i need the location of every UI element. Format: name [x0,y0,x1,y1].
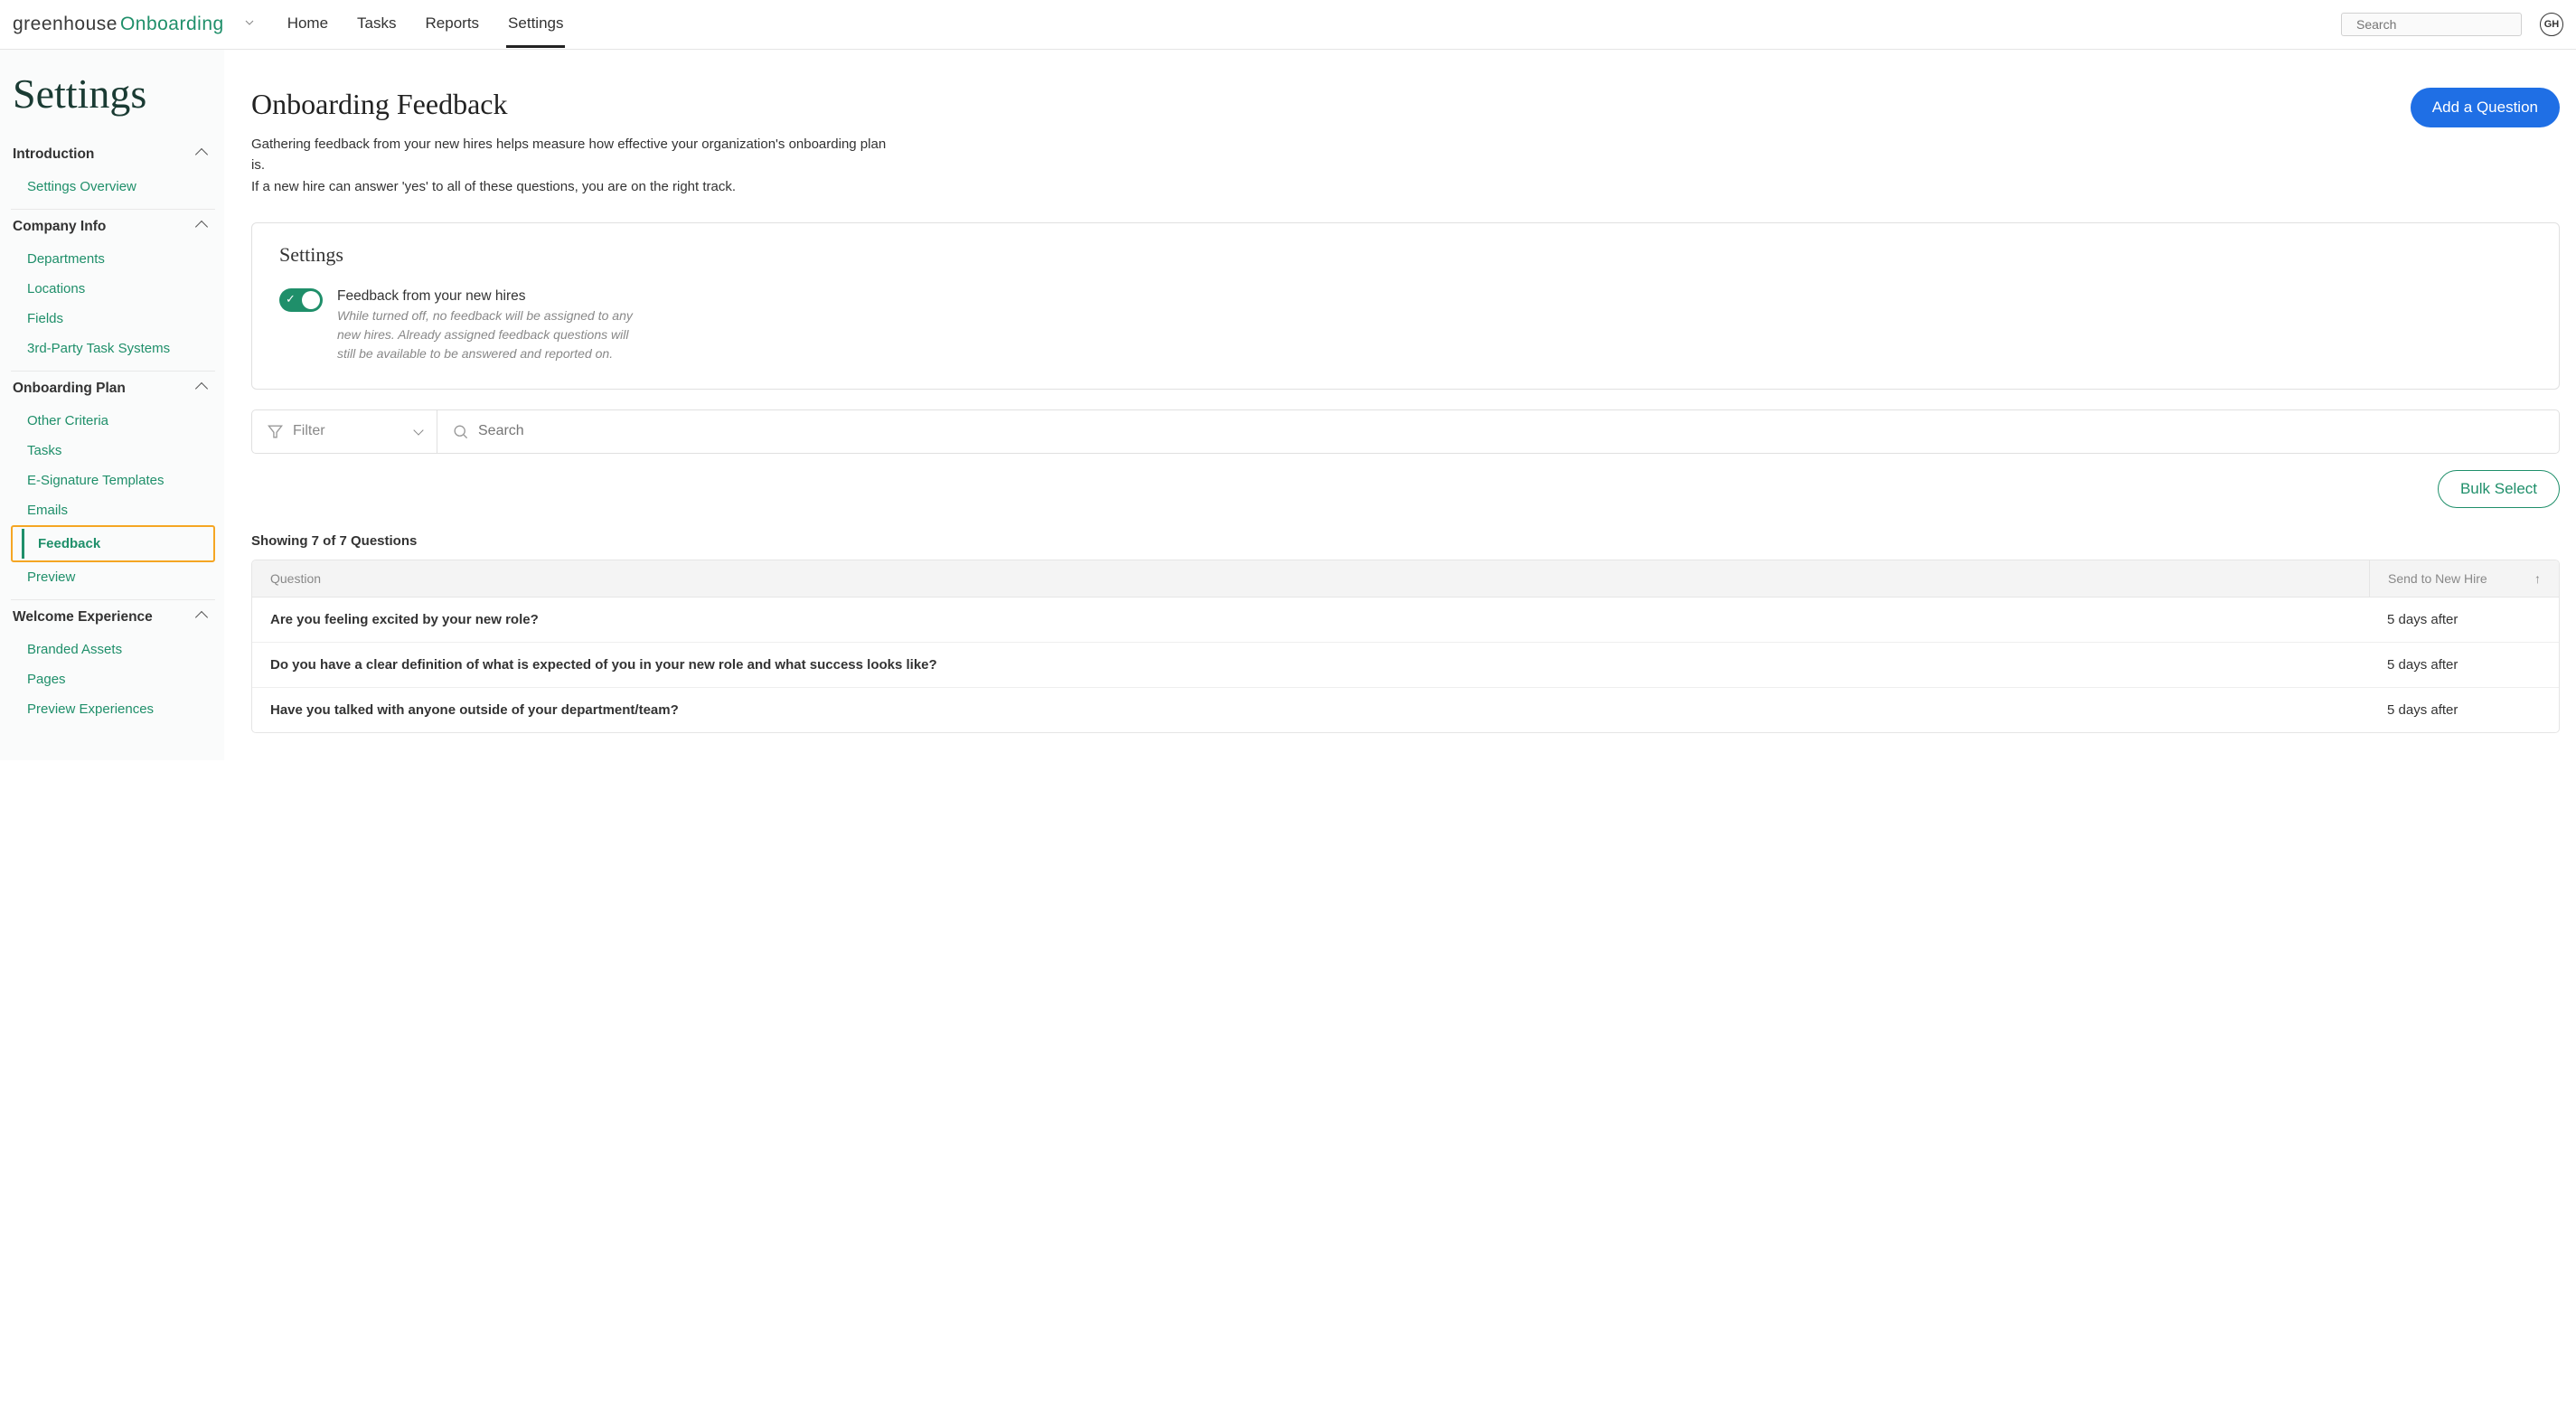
sidebar-item-locations[interactable]: Locations [11,274,215,304]
sidebar-item-preview[interactable]: Preview [11,562,215,592]
sidebar-item-tasks[interactable]: Tasks [11,436,215,466]
chevron-down-icon [413,425,423,435]
table-row[interactable]: Do you have a clear definition of what i… [252,643,2559,688]
sidebar-item-emails[interactable]: Emails [11,495,215,525]
section-onboarding-plan[interactable]: Onboarding Plan [11,371,215,406]
settings-card: Settings ✓ Feedback from your new hires … [251,222,2560,390]
question-text: Have you talked with anyone outside of y… [252,688,2369,732]
column-send-to-new-hire[interactable]: Send to New Hire ↑ [2369,560,2559,597]
nav-tasks[interactable]: Tasks [355,2,398,48]
sidebar-item-fields[interactable]: Fields [11,304,215,334]
page-title: Settings [13,70,215,118]
table-row[interactable]: Are you feeling excited by your new role… [252,598,2559,643]
section-label: Introduction [13,146,94,163]
send-timing: 5 days after [2369,598,2559,642]
top-navigation: Home Tasks Reports Settings [286,2,566,48]
brand-logo: greenhouse Onboarding [13,14,224,35]
search-icon [452,423,469,440]
questions-table: Question Send to New Hire ↑ Are you feel… [251,560,2560,733]
table-row[interactable]: Have you talked with anyone outside of y… [252,688,2559,732]
sort-ascending-icon: ↑ [2534,571,2541,586]
showing-count: Showing 7 of 7 Questions [251,533,2560,549]
sidebar-item-preview-experiences[interactable]: Preview Experiences [11,694,215,724]
add-question-button[interactable]: Add a Question [2411,88,2560,127]
sidebar-item-3rd-party[interactable]: 3rd-Party Task Systems [11,334,215,363]
section-company-info[interactable]: Company Info [11,209,215,244]
nav-home[interactable]: Home [286,2,330,48]
brand-switcher-chevron-icon[interactable] [242,15,257,33]
bulk-select-button[interactable]: Bulk Select [2438,470,2560,508]
sidebar-item-settings-overview[interactable]: Settings Overview [11,172,215,202]
filter-search-bar: Filter [251,409,2560,454]
topbar-right: GH [2341,13,2563,36]
section-label: Company Info [13,219,106,235]
toggle-title: Feedback from your new hires [337,288,644,305]
question-search-input[interactable] [478,423,2544,439]
filter-icon [267,423,284,440]
brand-text-2: Onboarding [120,14,224,35]
chevron-up-icon [195,148,208,161]
sidebar-item-esignature[interactable]: E-Signature Templates [11,466,215,495]
user-avatar[interactable]: GH [2540,13,2563,36]
filter-dropdown[interactable]: Filter [252,410,437,453]
chevron-up-icon [195,221,208,233]
section-label: Onboarding Plan [13,381,126,397]
chevron-up-icon [195,382,208,395]
brand-text-1: greenhouse [13,14,118,35]
settings-card-heading: Settings [279,243,2532,267]
column-question[interactable]: Question [252,560,2369,597]
sidebar-item-feedback-highlight: Feedback [11,525,215,562]
settings-sidebar: Settings Introduction Settings Overview … [0,50,224,760]
filter-label: Filter [293,423,415,439]
content-subtitle: Gathering feedback from your new hires h… [251,134,902,197]
check-icon: ✓ [286,292,296,306]
question-text: Are you feeling excited by your new role… [252,598,2369,642]
question-text: Do you have a clear definition of what i… [252,643,2369,687]
nav-settings[interactable]: Settings [506,2,565,48]
main-content: Onboarding Feedback Gathering feedback f… [224,50,2576,760]
sidebar-item-departments[interactable]: Departments [11,244,215,274]
global-search[interactable] [2341,13,2522,36]
sidebar-item-feedback[interactable]: Feedback [22,529,213,559]
content-title: Onboarding Feedback [251,88,902,121]
chevron-up-icon [195,611,208,624]
global-search-input[interactable] [2356,17,2520,32]
top-bar: greenhouse Onboarding Home Tasks Reports… [0,0,2576,50]
table-header: Question Send to New Hire ↑ [252,560,2559,598]
send-timing: 5 days after [2369,643,2559,687]
nav-reports[interactable]: Reports [424,2,482,48]
section-welcome-experience[interactable]: Welcome Experience [11,599,215,635]
sidebar-item-branded-assets[interactable]: Branded Assets [11,635,215,664]
toggle-description: While turned off, no feedback will be as… [337,306,644,363]
sidebar-item-other-criteria[interactable]: Other Criteria [11,406,215,436]
sidebar-item-pages[interactable]: Pages [11,664,215,694]
section-introduction[interactable]: Introduction [11,137,215,172]
section-label: Welcome Experience [13,609,153,626]
feedback-toggle[interactable]: ✓ [279,288,323,312]
send-timing: 5 days after [2369,688,2559,732]
question-search[interactable] [437,410,2559,453]
